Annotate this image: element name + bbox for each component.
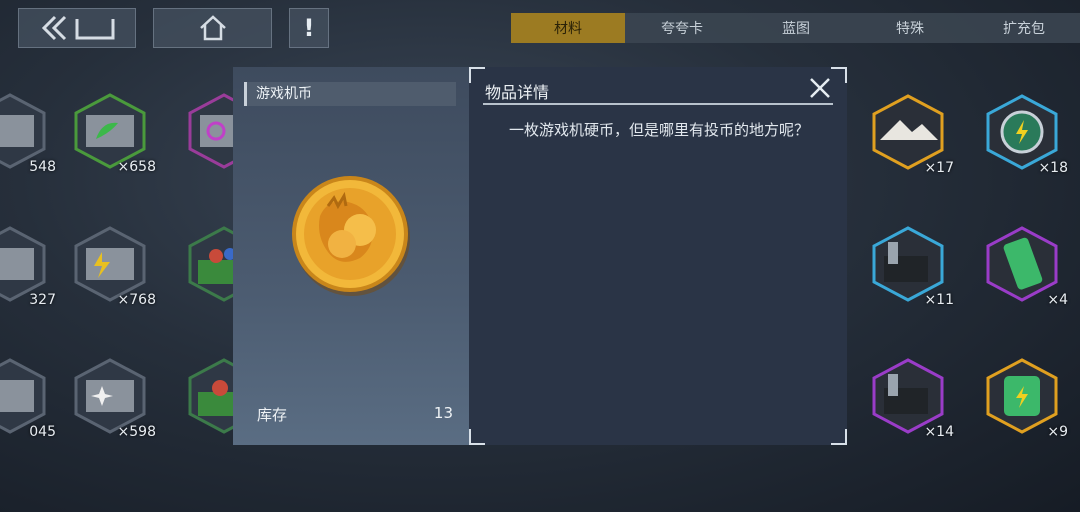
frame-corner — [469, 429, 485, 445]
arcade-coin-icon — [288, 172, 412, 296]
item-count: ×598 — [117, 424, 156, 440]
item-count: 045 — [29, 424, 56, 440]
item-count: ×18 — [1038, 160, 1068, 176]
inventory-tile[interactable]: 548 — [0, 93, 56, 175]
frame-corner — [831, 429, 847, 445]
hexagon-frame — [74, 226, 146, 302]
item-count: ×4 — [1047, 292, 1068, 308]
divider — [483, 103, 833, 105]
tab-materials[interactable]: 材料 — [511, 13, 625, 43]
hexagon-frame — [0, 358, 46, 434]
tab-praise-cards[interactable]: 夸夸卡 — [625, 13, 739, 43]
home-button[interactable] — [153, 8, 272, 48]
item-count: ×768 — [117, 292, 156, 308]
item-count: ×17 — [924, 160, 954, 176]
inventory-tile[interactable]: ×598 — [72, 358, 156, 440]
alert-button[interactable]: ! — [289, 8, 329, 48]
hexagon-frame — [0, 226, 46, 302]
hexagon-frame — [872, 226, 944, 302]
tab-blueprints[interactable]: 蓝图 — [739, 13, 853, 43]
hexagon-frame — [74, 93, 146, 169]
double-chevron-left-icon — [41, 15, 115, 41]
tab-expansion-packs[interactable]: 扩充包 — [967, 13, 1080, 43]
hexagon-frame — [986, 358, 1058, 434]
stock-value: 13 — [433, 404, 453, 422]
item-count: ×11 — [924, 292, 954, 308]
hexagon-frame — [0, 93, 46, 169]
exclamation-icon: ! — [303, 14, 315, 42]
close-button[interactable] — [807, 75, 833, 101]
frame-corner — [831, 67, 847, 83]
inventory-tile[interactable]: ×14 — [870, 358, 954, 440]
stock-label: 库存 — [257, 406, 288, 424]
tab-special[interactable]: 特殊 — [853, 13, 967, 43]
inventory-tile[interactable]: ×11 — [870, 226, 954, 308]
item-count: ×9 — [1047, 424, 1068, 440]
frame-corner — [469, 67, 485, 83]
hexagon-frame — [872, 358, 944, 434]
item-name: 游戏机币 — [244, 82, 456, 106]
inventory-tile[interactable]: 045 — [0, 358, 56, 440]
inventory-tile[interactable]: ×9 — [984, 358, 1068, 440]
item-card: 游戏机币 库存 13 — [233, 67, 469, 445]
inventory-tile[interactable]: ×18 — [984, 94, 1068, 176]
inventory-tile[interactable]: ×658 — [72, 93, 156, 175]
item-count: 327 — [29, 292, 56, 308]
inventory-tile[interactable]: ×17 — [870, 94, 954, 176]
home-icon — [199, 15, 226, 41]
hexagon-frame — [986, 94, 1058, 170]
item-detail-panel: 物品详情 一枚游戏机硬币，但是哪里有投币的地方呢？ — [469, 67, 847, 445]
hexagon-frame — [74, 358, 146, 434]
close-icon — [810, 78, 830, 98]
hexagon-frame — [986, 226, 1058, 302]
back-button[interactable] — [18, 8, 136, 48]
inventory-tile[interactable]: ×768 — [72, 226, 156, 308]
detail-title: 物品详情 — [485, 83, 550, 102]
item-count: ×14 — [924, 424, 954, 440]
item-description: 一枚游戏机硬币，但是哪里有投币的地方呢？ — [509, 121, 810, 139]
hexagon-frame — [872, 94, 944, 170]
inventory-tile[interactable]: 327 — [0, 226, 56, 308]
item-count: ×658 — [117, 159, 156, 175]
inventory-tile[interactable]: ×4 — [984, 226, 1068, 308]
item-count: 548 — [29, 159, 56, 175]
